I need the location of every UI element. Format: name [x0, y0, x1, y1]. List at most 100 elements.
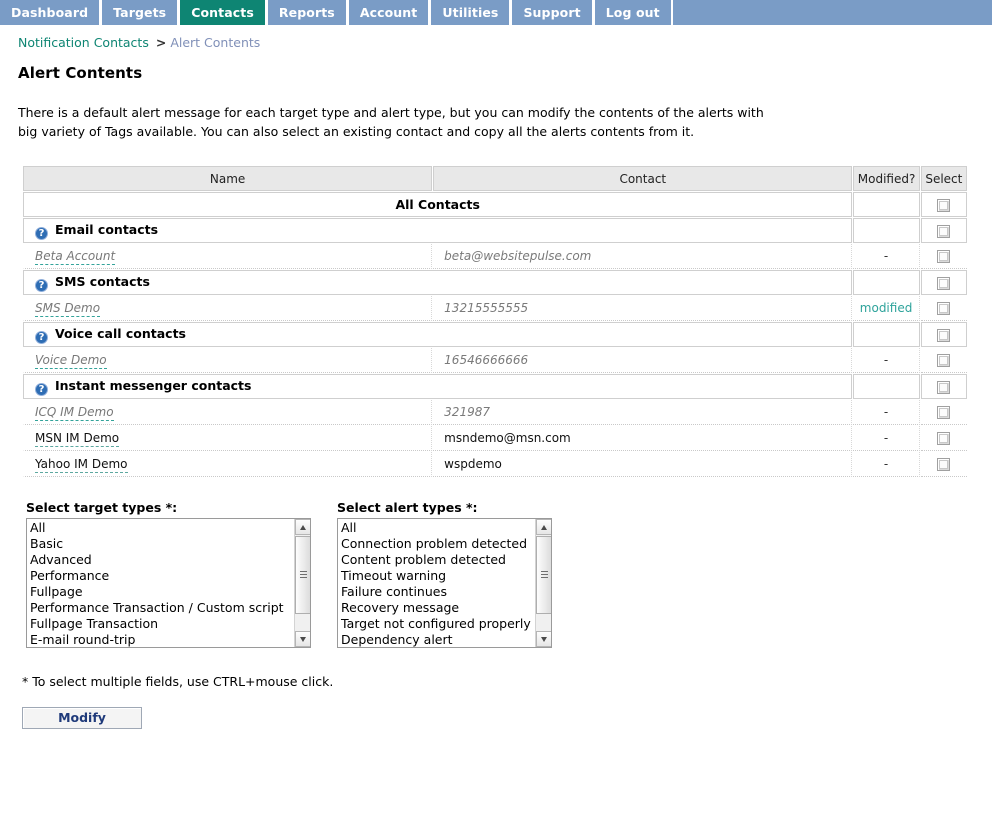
select-contact-checkbox[interactable]	[937, 250, 950, 263]
scroll-down-arrow-icon[interactable]	[295, 631, 311, 647]
select-contact-checkbox[interactable]	[937, 302, 950, 315]
alert-type-option[interactable]: Connection problem detected	[340, 536, 534, 552]
question-mark-icon[interactable]: ?	[35, 331, 48, 344]
nav-tab-label: Support	[523, 5, 580, 20]
group-title-cell: ?Email contacts	[23, 218, 852, 243]
contact-modified-cell: -	[853, 452, 919, 477]
select-contact-checkbox[interactable]	[937, 406, 950, 419]
group-row-email-contacts: ?Email contacts	[23, 218, 967, 243]
contact-value: msndemo@msn.com	[444, 431, 571, 445]
target-types-scrollbar[interactable]	[294, 519, 310, 647]
target-type-option[interactable]: Performance	[29, 568, 293, 584]
question-mark-icon[interactable]: ?	[35, 227, 48, 240]
alert-type-option[interactable]: Timeout warning	[340, 568, 534, 584]
all-contacts-label: All Contacts	[23, 192, 852, 217]
alert-types-listbox[interactable]: All Connection problem detected Content …	[337, 518, 552, 648]
group-title-cell: ?Voice call contacts	[23, 322, 852, 347]
target-types-group: Select target types *: All Basic Advance…	[26, 500, 311, 648]
contact-name-link[interactable]: Beta Account	[35, 249, 115, 265]
table-row: ICQ IM Demo 321987 -	[23, 400, 967, 425]
nav-tab-reports[interactable]: Reports	[267, 0, 348, 25]
contact-value: beta@websitepulse.com	[444, 249, 591, 263]
question-mark-icon[interactable]: ?	[35, 279, 48, 292]
contact-name-link[interactable]: SMS Demo	[35, 301, 100, 317]
alert-type-option[interactable]: Recovery message	[340, 600, 534, 616]
contact-value-cell: beta@websitepulse.com	[433, 244, 852, 269]
contact-value: wspdemo	[444, 457, 502, 471]
target-type-option[interactable]: All	[29, 520, 293, 536]
scroll-down-arrow-icon[interactable]	[536, 631, 552, 647]
alert-type-option[interactable]: Dependency alert	[340, 632, 534, 647]
modified-status-link[interactable]: modified	[860, 301, 913, 315]
column-header-modified: Modified?	[853, 166, 919, 191]
contact-name-cell: ICQ IM Demo	[23, 400, 432, 425]
contact-value-cell: msndemo@msn.com	[433, 426, 852, 451]
select-group-sms-checkbox[interactable]	[937, 277, 950, 290]
group-title-cell: ?SMS contacts	[23, 270, 852, 295]
target-type-option[interactable]: Fullpage	[29, 584, 293, 600]
target-type-option[interactable]: Basic	[29, 536, 293, 552]
group-select-cell	[921, 322, 967, 347]
select-group-voice-checkbox[interactable]	[937, 329, 950, 342]
group-row-instant-messenger-contacts: ?Instant messenger contacts	[23, 374, 967, 399]
contact-name-link[interactable]: MSN IM Demo	[35, 431, 119, 447]
select-contact-checkbox[interactable]	[937, 432, 950, 445]
contact-name-link[interactable]: Yahoo IM Demo	[35, 457, 128, 473]
scrollbar-thumb[interactable]	[536, 536, 552, 614]
breadcrumb-current: Alert Contents	[170, 35, 260, 50]
target-types-label: Select target types *:	[26, 500, 311, 515]
nav-tab-label: Account	[360, 5, 418, 20]
nav-tab-targets[interactable]: Targets	[101, 0, 179, 25]
contact-modified-cell: -	[853, 244, 919, 269]
group-modified-cell	[853, 322, 919, 347]
nav-tab-utilities[interactable]: Utilities	[430, 0, 511, 25]
select-group-email-checkbox[interactable]	[937, 225, 950, 238]
contact-name-link[interactable]: Voice Demo	[35, 353, 107, 369]
group-row-voice-call-contacts: ?Voice call contacts	[23, 322, 967, 347]
contact-modified-cell: modified	[853, 296, 919, 321]
main-navigation: Dashboard Targets Contacts Reports Accou…	[0, 0, 992, 26]
target-type-option[interactable]: E-mail round-trip	[29, 632, 293, 647]
select-group-im-checkbox[interactable]	[937, 381, 950, 394]
select-contact-checkbox[interactable]	[937, 458, 950, 471]
nav-tab-dashboard[interactable]: Dashboard	[0, 0, 101, 25]
alert-types-scrollbar[interactable]	[535, 519, 551, 647]
all-contacts-modified-cell	[853, 192, 919, 217]
scroll-up-arrow-icon[interactable]	[295, 519, 311, 535]
group-title-cell: ?Instant messenger contacts	[23, 374, 852, 399]
nav-tab-logout[interactable]: Log out	[594, 0, 673, 25]
modify-button[interactable]: Modify	[22, 707, 142, 729]
alert-type-option[interactable]: Content problem detected	[340, 552, 534, 568]
column-header-select: Select	[921, 166, 967, 191]
nav-tab-label: Utilities	[442, 5, 498, 20]
breadcrumb-parent-link[interactable]: Notification Contacts	[18, 35, 149, 50]
alert-types-group: Select alert types *: All Connection pro…	[337, 500, 552, 648]
nav-tab-account[interactable]: Account	[348, 0, 431, 25]
nav-tab-contacts[interactable]: Contacts	[179, 0, 267, 25]
question-mark-icon[interactable]: ?	[35, 383, 48, 396]
table-row: Beta Account beta@websitepulse.com -	[23, 244, 967, 269]
target-type-option[interactable]: Fullpage Transaction	[29, 616, 293, 632]
select-contact-checkbox[interactable]	[937, 354, 950, 367]
contact-value-cell: 16546666666	[433, 348, 852, 373]
contact-name-link[interactable]: ICQ IM Demo	[35, 405, 114, 421]
scroll-up-arrow-icon[interactable]	[536, 519, 552, 535]
target-type-option[interactable]: Advanced	[29, 552, 293, 568]
contacts-table-head: Name Contact Modified? Select	[23, 166, 967, 191]
table-row: Yahoo IM Demo wspdemo -	[23, 452, 967, 477]
contact-select-cell	[921, 400, 967, 425]
scrollbar-thumb[interactable]	[295, 536, 311, 614]
nav-tab-support[interactable]: Support	[511, 0, 593, 25]
alert-type-option[interactable]: All	[340, 520, 534, 536]
group-modified-cell	[853, 218, 919, 243]
alert-type-option[interactable]: Failure continues	[340, 584, 534, 600]
alert-type-option[interactable]: Target not configured properly	[340, 616, 534, 632]
target-type-option[interactable]: Performance Transaction / Custom script	[29, 600, 293, 616]
all-contacts-row: All Contacts	[23, 192, 967, 217]
contact-value-cell: 13215555555	[433, 296, 852, 321]
target-types-listbox[interactable]: All Basic Advanced Performance Fullpage …	[26, 518, 311, 648]
breadcrumb-separator: >	[156, 35, 166, 50]
nav-tab-label: Log out	[606, 5, 660, 20]
select-all-checkbox[interactable]	[937, 199, 950, 212]
contact-name-cell: MSN IM Demo	[23, 426, 432, 451]
